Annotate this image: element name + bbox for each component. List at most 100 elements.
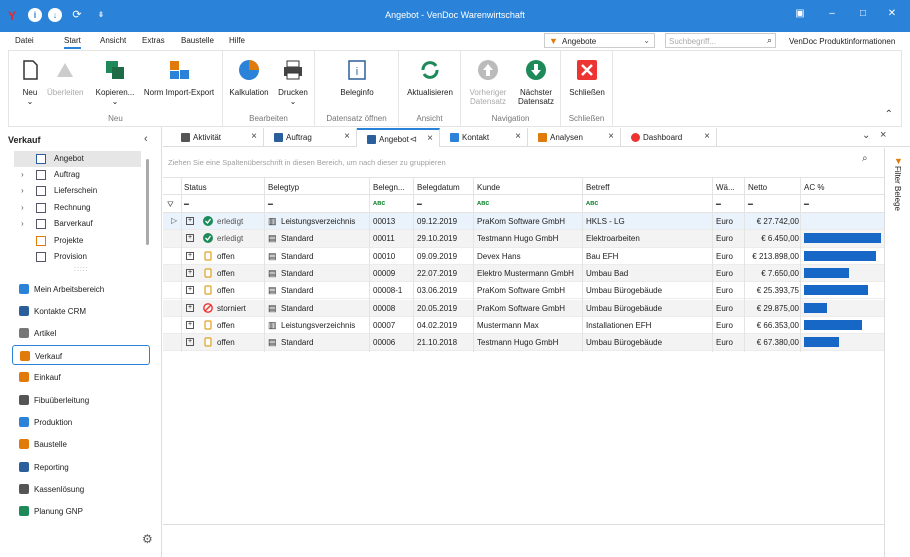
close-icon[interactable]: × xyxy=(515,131,521,142)
maximize-button[interactable]: □ xyxy=(855,8,871,19)
nav-verkauf[interactable]: Verkauf xyxy=(12,345,150,365)
expand-arrow-icon[interactable]: › xyxy=(21,186,24,195)
filter-cell-kunde[interactable]: ᴀʙᴄ xyxy=(477,200,489,207)
menu-hilfe[interactable]: Hilfe xyxy=(229,36,245,45)
drucken-button[interactable]: Drucken ⌄ xyxy=(275,59,311,106)
filter-cell-waehrung[interactable]: ━ xyxy=(716,200,721,209)
table-row[interactable]: + offen ▤ Standard 00010 09.09.2019 Devex Hans… xyxy=(163,248,884,265)
column-header-netto[interactable]: Netto xyxy=(748,183,767,192)
filter-cell-belegdatum[interactable]: ━ xyxy=(417,200,422,209)
table-row[interactable]: ▷ + erledigt ▥ Leistungsverzeichnis 00013 09.1… xyxy=(163,213,884,231)
close-window-button[interactable]: ✕ xyxy=(884,8,900,19)
table-row[interactable]: + offen ▤ Standard 00008-1 03.06.2019 PraKom S… xyxy=(163,282,884,300)
chevron-left-icon[interactable]: ‹ xyxy=(144,133,148,145)
expand-arrow-icon[interactable]: › xyxy=(21,170,24,179)
column-header-betreff[interactable]: Betreff xyxy=(586,183,609,192)
schliessen-button[interactable]: Schließen xyxy=(565,59,609,97)
column-header-belegnummer[interactable]: Belegn... xyxy=(373,183,405,192)
column-header-belegdatum[interactable]: Belegdatum xyxy=(417,183,460,192)
nav-baustelle[interactable]: Baustelle xyxy=(12,434,150,454)
filter-panel-collapsed[interactable]: ▼ Filter Belege xyxy=(884,148,910,557)
kopieren-button[interactable]: Kopieren... ⌄ xyxy=(93,59,137,106)
table-row[interactable]: + offen ▥ Leistungsverzeichnis 00007 04.02.20… xyxy=(163,317,884,335)
table-row[interactable]: + offen ▤ Standard 00006 21.10.2018 Testmann H… xyxy=(163,334,884,352)
column-header-waehrung[interactable]: Wä... xyxy=(716,183,735,192)
beleginfo-button[interactable]: i Beleginfo xyxy=(335,59,379,97)
tabs-overflow-chevron-icon[interactable]: ⌄ xyxy=(862,130,870,141)
close-icon[interactable]: × xyxy=(704,131,710,142)
nav-planung-gnp[interactable]: Planung GNP xyxy=(12,501,150,521)
tree-item-rechnung[interactable]: › Rechnung xyxy=(14,200,141,216)
search-input[interactable]: Suchbegriff... ⌕ xyxy=(665,33,776,48)
table-row[interactable]: + storniert ▤ Standard 00008 20.05.2019 PraKom… xyxy=(163,299,884,317)
nav-artikel[interactable]: Artikel xyxy=(12,323,150,343)
column-header-ac-percent[interactable]: AC % xyxy=(804,183,824,192)
expand-row-icon[interactable]: + xyxy=(186,251,194,260)
pin-icon[interactable]: ⊲ xyxy=(409,134,417,145)
tree-item-provision[interactable]: Provision xyxy=(14,249,141,265)
expand-arrow-icon[interactable]: › xyxy=(21,219,24,228)
column-header-status[interactable]: Status xyxy=(184,183,207,192)
tab-analysen[interactable]: Analysen × xyxy=(528,128,621,147)
tree-item-barverkauf[interactable]: › Barverkauf xyxy=(14,216,141,232)
table-row[interactable]: + offen ▤ Standard 00009 22.07.2019 Elektro Mu… xyxy=(163,264,884,283)
group-panel-hint[interactable]: Ziehen Sie eine Spaltenüberschrift in di… xyxy=(168,158,446,167)
nav-fibuueberleitung[interactable]: Fibuüberleitung xyxy=(12,390,150,410)
tree-item-auftrag[interactable]: › Auftrag xyxy=(14,167,141,183)
filter-cell-ac[interactable]: ━ xyxy=(804,200,809,209)
gear-icon[interactable]: ⚙ xyxy=(142,532,153,546)
expand-row-icon[interactable]: + xyxy=(186,234,194,243)
aktualisieren-button[interactable]: Aktualisieren xyxy=(403,59,457,97)
sidebar-scrollbar[interactable] xyxy=(146,159,149,245)
expand-row-icon[interactable]: + xyxy=(186,268,194,277)
close-icon[interactable]: × xyxy=(251,131,257,142)
filter-funnel-icon[interactable]: ⛛ xyxy=(167,200,174,210)
close-icon[interactable]: × xyxy=(344,131,350,142)
grid-search-icon[interactable]: ⌕ xyxy=(862,153,868,164)
tab-angebot[interactable]: Angebot ⊲ × xyxy=(357,128,440,147)
expand-row-icon[interactable]: + xyxy=(186,286,194,295)
menu-extras[interactable]: Extras xyxy=(142,36,165,45)
naechster-datensatz-button[interactable]: Nächster Datensatz xyxy=(515,59,557,106)
filter-cell-betreff[interactable]: ᴀʙᴄ xyxy=(586,200,598,207)
restore-layout-icon[interactable]: ▣ xyxy=(792,8,808,19)
nav-kassenloesung[interactable]: Kassenlösung xyxy=(12,479,150,499)
nav-kontakte-crm[interactable]: Kontakte CRM xyxy=(12,301,150,321)
tree-item-projekte[interactable]: Projekte xyxy=(14,233,141,249)
menu-start[interactable]: Start xyxy=(64,36,81,49)
tab-aktivitaet[interactable]: Aktivität × xyxy=(171,128,264,147)
filter-cell-belegtyp[interactable]: ━ xyxy=(268,200,273,209)
norm-import-export-button[interactable]: Norm Import-Export xyxy=(141,59,217,97)
expand-row-icon[interactable]: + xyxy=(186,217,194,225)
close-all-tabs-icon[interactable]: × xyxy=(880,129,886,141)
column-header-kunde[interactable]: Kunde xyxy=(477,183,500,192)
product-info-link[interactable]: VenDoc Produktinformationen xyxy=(789,37,895,46)
collapse-ribbon-icon[interactable]: ⌃ xyxy=(885,109,893,120)
nav-mein-arbeitsbereich[interactable]: Mein Arbeitsbereich xyxy=(12,279,150,299)
close-icon[interactable]: × xyxy=(427,133,433,144)
expand-row-icon[interactable]: + xyxy=(186,338,194,347)
kalkulation-button[interactable]: Kalkulation xyxy=(229,59,269,97)
table-row[interactable]: + erledigt ▤ Standard 00011 29.10.2019 Testman… xyxy=(163,230,884,248)
filter-cell-netto[interactable]: ━ xyxy=(748,200,753,209)
menu-baustelle[interactable]: Baustelle xyxy=(181,36,214,45)
expand-arrow-icon[interactable]: › xyxy=(21,203,24,212)
menu-datei[interactable]: Datei xyxy=(15,36,34,45)
nav-einkauf[interactable]: Einkauf xyxy=(12,367,150,387)
menu-ansicht[interactable]: Ansicht xyxy=(100,36,126,45)
neu-button[interactable]: Neu ⌄ xyxy=(19,59,41,106)
expand-row-icon[interactable]: + xyxy=(186,320,194,329)
filter-cell-belegnummer[interactable]: ᴀʙᴄ xyxy=(373,200,385,207)
filter-cell-status[interactable]: ━ xyxy=(184,200,189,209)
tree-item-angebot[interactable]: Angebot xyxy=(14,151,141,167)
tab-auftrag[interactable]: Auftrag × xyxy=(264,128,357,147)
minimize-button[interactable]: – xyxy=(824,8,840,19)
tree-item-lieferschein[interactable]: › Lieferschein xyxy=(14,183,141,199)
search-icon[interactable]: ⌕ xyxy=(767,35,772,46)
tab-kontakt[interactable]: Kontakt × xyxy=(440,128,528,147)
nav-produktion[interactable]: Produktion xyxy=(12,412,150,432)
expand-row-icon[interactable]: + xyxy=(186,303,194,312)
splitter-grip[interactable]: ::::: xyxy=(74,266,89,273)
close-icon[interactable]: × xyxy=(608,131,614,142)
tab-dashboard[interactable]: Dashboard × xyxy=(621,128,717,147)
